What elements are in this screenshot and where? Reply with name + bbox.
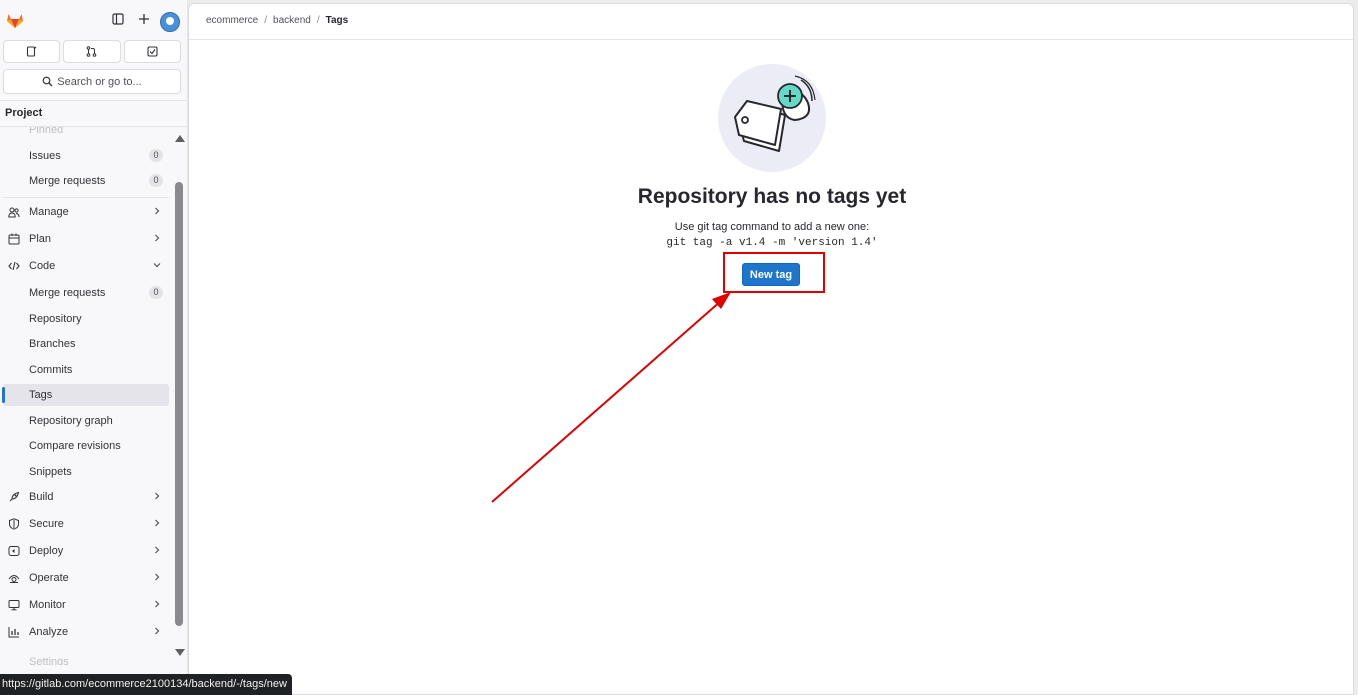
todo-icon (147, 46, 158, 57)
sidebar-item-manage[interactable]: Manage (3, 201, 169, 223)
sidebar-item-label: Settings (29, 656, 69, 665)
count-badge: 0 (149, 174, 163, 187)
operate-icon (8, 575, 20, 583)
gitlab-logo-icon[interactable] (5, 10, 25, 30)
sidebar-item-compare-revisions[interactable]: Compare revisions (3, 435, 169, 457)
search-label: Search or go to... (57, 75, 142, 88)
sidebar-item-label: Merge requests (29, 287, 106, 299)
chevron-right-icon (155, 207, 160, 215)
sidebar-item-label: Merge requests (29, 175, 106, 187)
breadcrumb-group[interactable]: ecommerce (206, 15, 258, 26)
issues-shortcut-button[interactable] (3, 40, 61, 63)
breadcrumb-separator: / (316, 15, 320, 26)
issues-icon (27, 46, 37, 57)
users-icon (8, 207, 20, 218)
sidebar-item-label: Commits (29, 364, 73, 376)
sidebar-item-pinned-merge-requests[interactable]: Merge requests 0 (3, 170, 169, 192)
calendar-icon (8, 233, 20, 245)
count-badge: 0 (149, 149, 163, 162)
sidebar-toggle-icon[interactable] (110, 11, 126, 27)
rocket-icon (9, 491, 20, 502)
link-status-url: https://gitlab.com/ecommerce2100134/back… (0, 674, 292, 695)
project-heading: Project (0, 100, 187, 127)
todo-shortcut-button[interactable] (123, 40, 181, 63)
sidebar-item-plan[interactable]: Plan (3, 228, 169, 250)
git-command: git tag -a v1.4 -m 'version 1.4' (666, 237, 878, 249)
sidebar-item-code[interactable]: Code (3, 255, 169, 277)
sidebar-item-issues[interactable]: Issues 0 (3, 145, 169, 167)
sidebar-item-repository-graph[interactable]: Repository graph (3, 410, 169, 432)
empty-tags-illustration (718, 64, 826, 172)
sidebar-item-label: Compare revisions (29, 440, 121, 452)
sidebar-item-label: Manage (29, 206, 69, 218)
sidebar-item-label: Plan (29, 233, 52, 245)
breadcrumb-project[interactable]: backend (273, 15, 311, 26)
divider (189, 39, 1353, 40)
scroll-up-arrow-icon[interactable] (175, 135, 185, 142)
chevron-right-icon (155, 573, 160, 581)
empty-state-description: Use git tag command to add a new one: (674, 221, 870, 233)
code-icon (8, 261, 20, 271)
search-button[interactable]: Search or go to... (3, 69, 181, 94)
chevron-down-icon (153, 263, 161, 268)
empty-state-title: Repository has no tags yet (637, 185, 907, 208)
search-icon (42, 76, 53, 87)
annotation-highlight-box (723, 252, 825, 293)
sidebar-item-repository[interactable]: Repository (3, 308, 169, 330)
sidebar-item-merge-requests[interactable]: Merge requests 0 (3, 282, 169, 304)
merge-requests-shortcut-button[interactable] (63, 40, 121, 63)
sidebar-item-label: Operate (29, 572, 69, 584)
sidebar-item-build[interactable]: Build (3, 486, 169, 508)
chevron-right-icon (155, 627, 160, 635)
sidebar-item-pinned[interactable]: Pinned (3, 127, 169, 141)
sidebar-item-commits[interactable]: Commits (3, 359, 169, 381)
chevron-right-icon (155, 492, 160, 500)
sidebar-header (0, 0, 187, 40)
sidebar-item-label: Monitor (29, 599, 66, 611)
sidebar-item-secure[interactable]: Secure (3, 513, 169, 535)
breadcrumb-current[interactable]: Tags (326, 15, 349, 26)
shield-icon (9, 518, 19, 530)
sidebar-item-monitor[interactable]: Monitor (3, 594, 169, 616)
sidebar-scrollbar[interactable] (175, 182, 183, 626)
sidebar-item-label: Secure (29, 518, 64, 530)
monitor-icon (8, 600, 20, 611)
breadcrumb: ecommerce / backend / Tags (206, 15, 348, 26)
avatar[interactable] (160, 12, 180, 32)
sidebar-item-label: Tags (29, 389, 53, 401)
sidebar-item-tags[interactable]: Tags (2, 384, 169, 406)
scroll-down-arrow-icon[interactable] (175, 649, 185, 656)
count-badge: 0 (149, 286, 163, 299)
chevron-right-icon (155, 600, 160, 608)
sidebar-item-branches[interactable]: Branches (3, 333, 169, 355)
sidebar-item-analyze[interactable]: Analyze (3, 621, 169, 643)
sidebar: Search or go to... Project Pinned Issues… (0, 0, 188, 695)
breadcrumb-separator: / (264, 15, 268, 26)
sidebar-item-settings[interactable]: Settings (3, 651, 169, 665)
sidebar-item-deploy[interactable]: Deploy (3, 540, 169, 562)
quick-actions (3, 40, 181, 63)
sidebar-item-label: Code (29, 260, 56, 272)
chevron-right-icon (155, 234, 160, 242)
chart-icon (8, 627, 19, 638)
chevron-right-icon (155, 519, 160, 527)
sidebar-item-label: Issues (29, 150, 61, 162)
main-content: ecommerce / backend / Tags Repository ha… (188, 3, 1354, 695)
sidebar-item-snippets[interactable]: Snippets (3, 461, 169, 483)
sidebar-item-label: Deploy (29, 545, 64, 557)
sidebar-item-operate[interactable]: Operate (3, 567, 169, 589)
divider (3, 197, 169, 198)
chevron-right-icon (155, 546, 160, 554)
deploy-icon (8, 546, 20, 556)
merge-request-icon (87, 46, 97, 57)
sidebar-nav: Pinned Issues 0 Merge requests 0 Manage … (0, 127, 171, 665)
sidebar-item-label: Analyze (29, 626, 69, 638)
sidebar-item-label: Snippets (29, 466, 72, 478)
sidebar-item-label: Repository (29, 313, 82, 325)
sidebar-item-label: Build (29, 491, 54, 503)
sidebar-item-label: Repository graph (29, 415, 113, 427)
create-new-icon[interactable] (136, 11, 152, 27)
sidebar-item-label: Branches (29, 338, 76, 350)
sidebar-item-label: Pinned (29, 127, 64, 136)
